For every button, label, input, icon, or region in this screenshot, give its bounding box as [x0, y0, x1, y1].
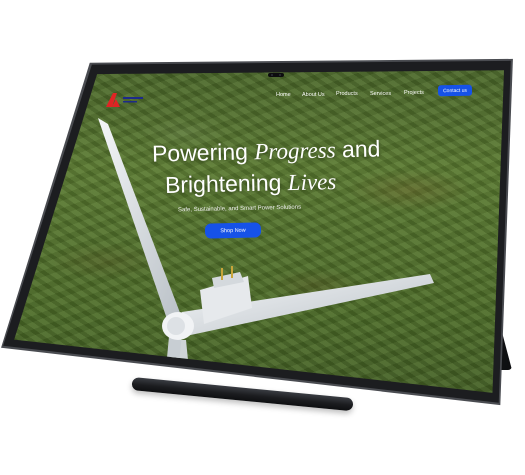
hero-title-line1: Powering Progress and — [152, 135, 381, 167]
hero-title-italic: Progress — [254, 137, 336, 165]
hero-title-word: and — [341, 135, 381, 163]
hero-title-line2: Brightening Lives — [165, 168, 337, 199]
front-camera-icon — [268, 73, 284, 77]
hero-title-word: Brightening — [164, 169, 282, 198]
nav-projects[interactable]: Projects — [404, 90, 424, 96]
nav-services[interactable]: Services — [370, 91, 391, 97]
tablet-device: Home About Us Products Services Projects… — [0, 0, 525, 475]
nav-products[interactable]: Products — [336, 91, 358, 97]
brand-logo-icon — [106, 93, 143, 107]
nav-about-us[interactable]: About Us — [302, 92, 325, 98]
hero-title-word: Powering — [151, 138, 249, 167]
shop-now-button[interactable]: Shop Now — [204, 222, 262, 239]
nav-home[interactable]: Home — [276, 92, 291, 98]
hero-title-italic: Lives — [287, 169, 337, 196]
contact-us-button[interactable]: Contact us — [437, 84, 473, 97]
